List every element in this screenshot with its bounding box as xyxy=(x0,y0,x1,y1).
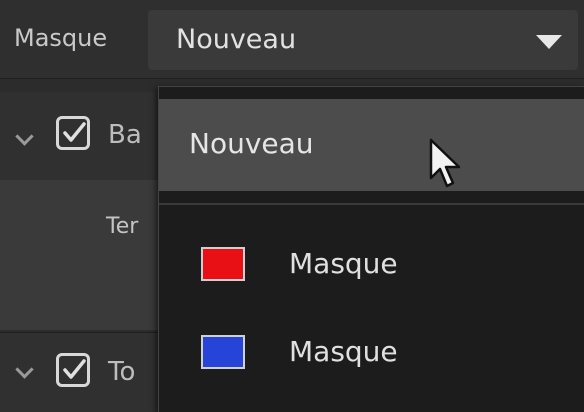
menu-item-mask-red[interactable]: Masque xyxy=(159,227,584,307)
mask-property-row: Masque Nouveau xyxy=(0,0,584,79)
menu-item-label: Nouveau xyxy=(189,127,314,160)
checkmark-icon xyxy=(63,359,86,379)
mask-select[interactable]: Nouveau xyxy=(148,10,578,70)
menu-item-mask-blue[interactable]: Masque xyxy=(159,315,584,395)
layer-enable-checkbox[interactable] xyxy=(56,116,90,150)
mask-panel: Masque Nouveau Ba Ter To Nouveau Masque … xyxy=(0,0,584,412)
chevron-down-icon[interactable] xyxy=(15,360,34,379)
mask-property-label: Masque xyxy=(14,24,108,52)
mask-select-value: Nouveau xyxy=(176,24,297,55)
mask-dropdown-menu: Nouveau Masque Masque xyxy=(158,86,584,412)
checkmark-icon xyxy=(63,122,86,142)
color-swatch xyxy=(201,335,245,369)
menu-item-label: Masque xyxy=(289,247,398,280)
layer-name-label: To xyxy=(108,357,136,387)
menu-divider xyxy=(159,203,584,205)
chevron-down-icon[interactable] xyxy=(15,127,34,146)
layer-property-label: Ter xyxy=(106,214,139,239)
dropdown-arrow-icon[interactable] xyxy=(536,35,562,49)
color-swatch xyxy=(201,247,245,281)
mouse-pointer-icon xyxy=(429,138,461,188)
menu-item-new[interactable]: Nouveau xyxy=(159,99,584,191)
layer-name-label: Ba xyxy=(108,120,142,150)
layer-enable-checkbox[interactable] xyxy=(56,353,90,387)
menu-item-label: Masque xyxy=(289,335,398,368)
